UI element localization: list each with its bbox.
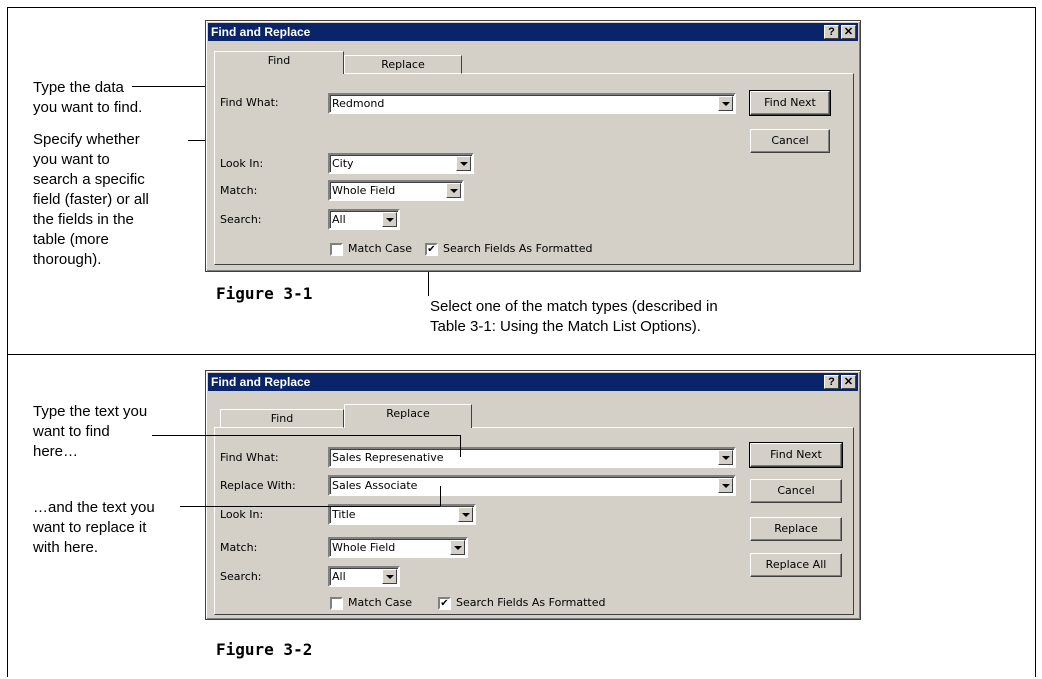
- callout-line: [460, 435, 461, 457]
- annotation-line: the fields in the: [33, 211, 134, 228]
- look-in-label: Look In:: [220, 157, 264, 170]
- annotation-type-text: Type the text you want to find here…: [33, 402, 147, 462]
- annotation-line: thorough).: [33, 251, 102, 268]
- find-what-value: Sales Represenative: [332, 451, 444, 464]
- dialog-title: Find and Replace: [211, 375, 311, 389]
- annotation-line: …and the text you: [33, 499, 155, 516]
- annotation-line: here…: [33, 443, 79, 460]
- help-button[interactable]: ?: [824, 25, 839, 39]
- find-what-label: Find What:: [220, 96, 279, 109]
- tab-find[interactable]: Find: [214, 51, 344, 74]
- replace-with-combo[interactable]: Sales Associate: [328, 475, 736, 496]
- match-value: Whole Field: [332, 184, 396, 197]
- annotation-line: Type the data: [33, 79, 124, 96]
- dropdown-arrow-icon[interactable]: [450, 540, 465, 555]
- callout-line: [440, 486, 441, 506]
- cancel-button[interactable]: Cancel: [750, 479, 842, 503]
- annotation-line: you want to find.: [33, 99, 143, 116]
- figure-label-1: Figure 3-1: [216, 284, 313, 303]
- match-case-label: Match Case: [348, 242, 412, 255]
- tab-replace[interactable]: Replace: [344, 55, 462, 74]
- annotation-type-data: Type the data you want to find.: [33, 78, 142, 118]
- find-replace-dialog-1: Find and Replace ? ✕ Find Replace Find W…: [205, 20, 861, 272]
- match-case-label: Match Case: [348, 596, 412, 609]
- annotation-line: you want to: [33, 151, 110, 168]
- match-case-checkbox[interactable]: [330, 243, 343, 256]
- dropdown-arrow-icon[interactable]: [382, 569, 397, 584]
- search-value: All: [332, 213, 346, 226]
- find-next-button[interactable]: Find Next: [749, 90, 831, 116]
- replace-all-button[interactable]: Replace All: [750, 553, 842, 577]
- match-combo[interactable]: Whole Field: [328, 537, 468, 558]
- look-in-combo[interactable]: City: [328, 153, 474, 174]
- close-button[interactable]: ✕: [841, 25, 856, 39]
- search-combo[interactable]: All: [328, 566, 400, 587]
- close-button[interactable]: ✕: [841, 375, 856, 389]
- dropdown-arrow-icon[interactable]: [382, 212, 397, 227]
- replace-with-label: Replace With:: [220, 479, 296, 492]
- help-button[interactable]: ?: [824, 375, 839, 389]
- find-replace-dialog-2: Find and Replace ? ✕ Find Replace Find W…: [205, 370, 861, 620]
- dropdown-arrow-icon[interactable]: [458, 507, 473, 522]
- annotation-line: Type the text you: [33, 403, 148, 420]
- annotation-line: table (more: [33, 231, 109, 248]
- search-combo[interactable]: All: [328, 209, 400, 230]
- annotation-line: search a specific: [33, 171, 145, 188]
- search-formatted-label: Search Fields As Formatted: [443, 242, 593, 255]
- dropdown-arrow-icon[interactable]: [718, 96, 733, 111]
- match-label: Match:: [220, 541, 258, 554]
- callout-line: [180, 506, 440, 507]
- look-in-value: Title: [332, 508, 356, 521]
- annotation-and-text: …and the text you want to replace it wit…: [33, 498, 155, 558]
- figure-label-2: Figure 3-2: [216, 640, 313, 659]
- annotation-line: field (faster) or all: [33, 191, 149, 208]
- search-formatted-checkbox[interactable]: ✔: [425, 243, 438, 256]
- annotation-line: Select one of the match types (described…: [430, 298, 718, 315]
- find-what-label: Find What:: [220, 451, 279, 464]
- look-in-value: City: [332, 157, 354, 170]
- search-formatted-label: Search Fields As Formatted: [456, 596, 606, 609]
- annotation-line: with here.: [33, 539, 99, 556]
- dialog-title: Find and Replace: [211, 25, 311, 39]
- match-case-checkbox[interactable]: [330, 597, 343, 610]
- dropdown-arrow-icon[interactable]: [718, 478, 733, 493]
- match-value: Whole Field: [332, 541, 396, 554]
- search-formatted-checkbox[interactable]: ✔: [438, 597, 451, 610]
- annotation-line: want to replace it: [33, 519, 147, 536]
- annotation-select-match: Select one of the match types (described…: [430, 297, 718, 337]
- search-label: Search:: [220, 213, 262, 226]
- title-bar: Find and Replace ? ✕: [208, 373, 858, 391]
- match-label: Match:: [220, 184, 258, 197]
- tab-find[interactable]: Find: [220, 409, 344, 428]
- annotation-line: Specify whether: [33, 131, 140, 148]
- dropdown-arrow-icon[interactable]: [446, 183, 461, 198]
- match-combo[interactable]: Whole Field: [328, 180, 464, 201]
- annotation-specify: Specify whether you want to search a spe…: [33, 130, 149, 270]
- replace-button[interactable]: Replace: [750, 517, 842, 541]
- look-in-combo[interactable]: Title: [328, 504, 476, 525]
- callout-line: [152, 435, 460, 436]
- annotation-line: Table 3-1: Using the Match List Options)…: [430, 318, 701, 335]
- dropdown-arrow-icon[interactable]: [718, 450, 733, 465]
- search-value: All: [332, 570, 346, 583]
- dropdown-arrow-icon[interactable]: [456, 156, 471, 171]
- search-label: Search:: [220, 570, 262, 583]
- replace-with-value: Sales Associate: [332, 479, 418, 492]
- find-what-combo[interactable]: Redmond: [328, 93, 736, 114]
- title-bar: Find and Replace ? ✕: [208, 23, 858, 41]
- find-what-combo[interactable]: Sales Represenative: [328, 447, 736, 468]
- cancel-button[interactable]: Cancel: [750, 129, 830, 153]
- tab-replace[interactable]: Replace: [344, 404, 472, 428]
- look-in-label: Look In:: [220, 508, 264, 522]
- section-divider: [7, 354, 1036, 355]
- annotation-line: want to find: [33, 423, 110, 440]
- find-next-button[interactable]: Find Next: [749, 442, 843, 468]
- find-what-value: Redmond: [332, 97, 385, 110]
